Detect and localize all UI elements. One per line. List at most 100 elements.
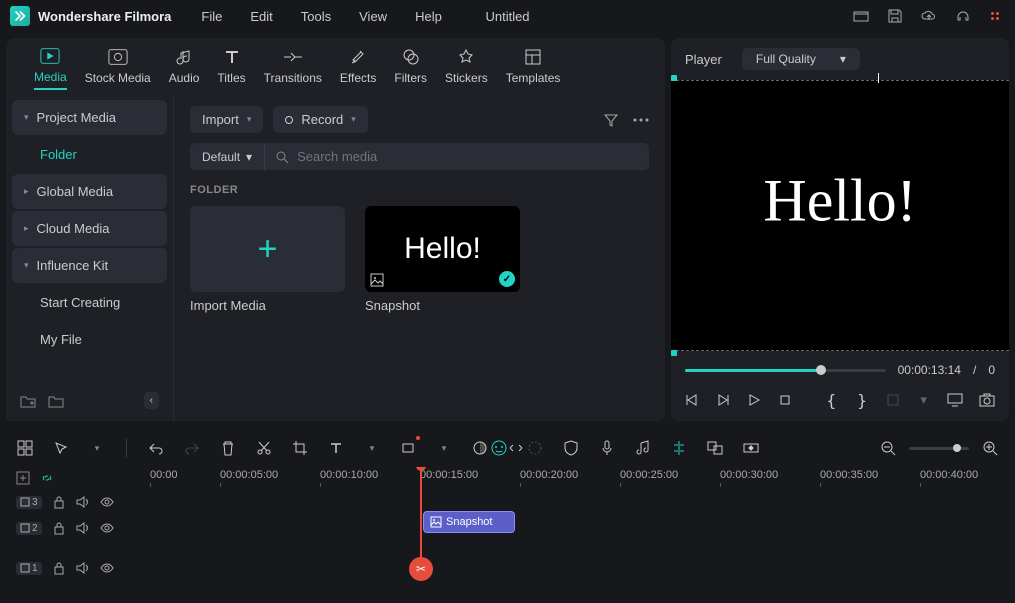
crop-tool-icon[interactable] [291, 439, 309, 457]
lock-icon[interactable] [52, 561, 66, 575]
import-media-tile[interactable]: + Import Media [190, 206, 345, 313]
chevron-down-icon[interactable]: ▾ [916, 391, 931, 409]
lock-icon[interactable] [52, 495, 66, 509]
chevron-down-icon: ▾ [840, 52, 846, 66]
shield-icon[interactable] [562, 439, 580, 457]
zoom-slider[interactable] [909, 447, 969, 450]
aspect-icon[interactable] [399, 439, 417, 457]
mute-icon[interactable] [76, 562, 90, 574]
cut-icon[interactable] [255, 439, 273, 457]
timeline-tracks[interactable]: 00:00 00:00:05:00 00:00:10:00 00:00:15:0… [140, 467, 1005, 581]
cloud-icon[interactable] [921, 8, 937, 24]
more-icon[interactable] [633, 118, 649, 122]
sidebar-influence-kit[interactable]: ▾Influence Kit [12, 248, 167, 283]
tab-media[interactable]: Media [34, 46, 67, 90]
sort-dropdown[interactable]: Default▾ [190, 144, 265, 170]
music-icon[interactable] [634, 439, 652, 457]
apps-icon[interactable] [989, 8, 1005, 24]
layout-icon[interactable] [853, 8, 869, 24]
collapse-sidebar-icon[interactable]: ‹ [144, 392, 159, 409]
tab-effects[interactable]: Effects [340, 47, 376, 89]
ruler-tick: 00:00:15:00 [420, 469, 478, 481]
zoom-in-icon[interactable] [981, 439, 999, 457]
mute-icon[interactable] [76, 522, 90, 534]
delete-icon[interactable] [219, 439, 237, 457]
menu-file[interactable]: File [201, 9, 222, 24]
menu-tools[interactable]: Tools [301, 9, 331, 24]
save-icon[interactable] [887, 8, 903, 24]
folder-icon[interactable] [48, 394, 64, 408]
track-badge[interactable]: 1 [16, 562, 42, 575]
mask-icon[interactable] [526, 439, 544, 457]
align-icon[interactable] [670, 439, 688, 457]
timeline-clip-snapshot[interactable]: Snapshot [423, 511, 515, 533]
sidebar-global-media[interactable]: ▸Global Media [12, 174, 167, 209]
sidebar-start-creating[interactable]: Start Creating [12, 285, 167, 320]
display-icon[interactable] [947, 391, 963, 409]
menu-view[interactable]: View [359, 9, 387, 24]
redo-icon[interactable] [183, 439, 201, 457]
tab-stock[interactable]: Stock Media [85, 47, 151, 89]
tile-caption: Import Media [190, 298, 345, 313]
tab-label: Transitions [264, 71, 322, 85]
keyframe-icon[interactable] [742, 439, 760, 457]
stop-icon[interactable] [777, 391, 792, 409]
play-icon[interactable] [747, 391, 762, 409]
search-input[interactable] [297, 149, 639, 164]
link-icon[interactable] [40, 471, 54, 485]
sidebar-folder[interactable]: Folder [12, 137, 167, 172]
progress-slider[interactable] [685, 369, 886, 372]
tab-templates[interactable]: Templates [506, 47, 561, 89]
chevron-down-icon[interactable]: ▾ [88, 439, 106, 457]
menu-help[interactable]: Help [415, 9, 442, 24]
tab-titles[interactable]: Titles [217, 47, 245, 89]
track-badge[interactable]: 2 [16, 522, 42, 535]
sidebar-project-media[interactable]: ▾Project Media [12, 100, 167, 135]
select-tool-icon[interactable] [52, 439, 70, 457]
track-manager-icon[interactable] [16, 439, 34, 457]
mark-out-icon[interactable]: } [855, 391, 870, 409]
zoom-out-icon[interactable] [879, 439, 897, 457]
text-tool-icon[interactable] [327, 439, 345, 457]
prev-frame-icon[interactable] [685, 391, 700, 409]
tab-audio[interactable]: Audio [169, 47, 200, 89]
menu-edit[interactable]: Edit [250, 9, 272, 24]
playhead[interactable] [420, 467, 422, 581]
track-badge[interactable]: 3 [16, 496, 42, 509]
timeline-ruler[interactable]: 00:00 00:00:05:00 00:00:10:00 00:00:15:0… [140, 467, 1005, 489]
media-panel: Media Stock Media Audio Titles Transitio… [6, 38, 665, 421]
tab-transitions[interactable]: Transitions [264, 47, 322, 89]
next-frame-icon[interactable] [716, 391, 731, 409]
time-sep: / [973, 363, 976, 377]
snapshot-tile[interactable]: Hello! ✓ Snapshot [365, 206, 520, 313]
mute-icon[interactable] [76, 496, 90, 508]
chevron-down-icon[interactable]: ▾ [435, 439, 453, 457]
add-track-icon[interactable] [16, 471, 30, 485]
chevron-down-icon[interactable]: ▾ [363, 439, 381, 457]
filter-icon[interactable] [603, 112, 619, 128]
preview-viewport[interactable]: Hello! [671, 80, 1009, 351]
visibility-icon[interactable] [100, 523, 114, 533]
new-folder-icon[interactable] [20, 394, 36, 408]
visibility-icon[interactable] [100, 563, 114, 573]
ai-icon[interactable] [490, 439, 508, 457]
tab-label: Stickers [445, 71, 488, 85]
undo-icon[interactable] [147, 439, 165, 457]
lock-icon[interactable] [52, 521, 66, 535]
color-icon[interactable] [471, 439, 489, 457]
crop-icon[interactable] [886, 391, 901, 409]
tab-stickers[interactable]: Stickers [445, 47, 488, 89]
support-icon[interactable] [955, 8, 971, 24]
tab-filters[interactable]: Filters [394, 47, 427, 89]
quality-dropdown[interactable]: Full Quality▾ [742, 48, 860, 70]
mark-in-icon[interactable]: { [824, 391, 839, 409]
group-icon[interactable] [706, 439, 724, 457]
mic-icon[interactable] [598, 439, 616, 457]
sidebar-cloud-media[interactable]: ▸Cloud Media [12, 211, 167, 246]
record-dropdown[interactable]: Record▾ [273, 106, 367, 133]
snapshot-icon[interactable] [979, 391, 995, 409]
visibility-icon[interactable] [100, 497, 114, 507]
sidebar-my-file[interactable]: My File [12, 322, 167, 357]
title-bar: Wondershare Filmora File Edit Tools View… [0, 0, 1015, 32]
import-dropdown[interactable]: Import▾ [190, 106, 263, 133]
